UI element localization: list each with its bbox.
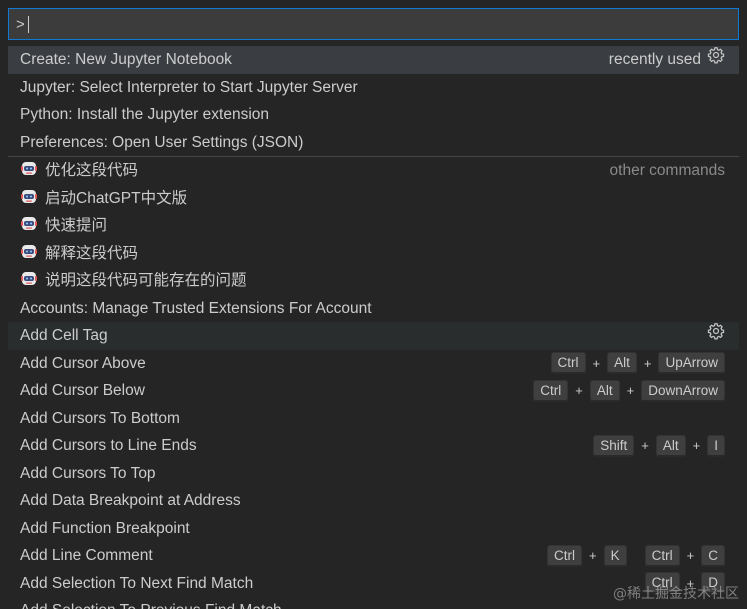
command-search-input[interactable]	[9, 9, 738, 39]
plus-separator: +	[686, 548, 695, 563]
command-label: Add Selection To Previous Find Match	[20, 602, 282, 609]
key-cap: Alt	[607, 352, 637, 375]
keybinding: Ctrl + Alt + UpArrow	[550, 350, 725, 378]
plus-separator: +	[643, 355, 652, 371]
command-label: Add Cursor Above	[20, 354, 146, 372]
command-label: Add Function Breakpoint	[20, 519, 190, 537]
command-group-label: recently used	[608, 51, 701, 68]
command-label: Add Cursors to Line Ends	[20, 437, 197, 454]
key-cap: UpArrow	[658, 352, 725, 375]
key-cap: Ctrl	[533, 379, 569, 402]
key-cap: DownArrow	[641, 379, 725, 402]
command-list: Create: New Jupyter Notebook recently use…	[8, 46, 739, 609]
command-label: 解释这段代码	[45, 244, 139, 262]
key-cap: C	[701, 544, 725, 567]
watermark: @稀土掘金技术社区	[613, 586, 739, 602]
keybinding: Shift + Alt + I	[593, 432, 725, 460]
key-cap: Ctrl	[644, 544, 680, 567]
command-label: Add Data Breakpoint at Address	[20, 492, 241, 509]
command-label: Add Cursors To Top	[20, 464, 156, 482]
command-item-cn-7[interactable]: 解释这段代码	[8, 240, 739, 268]
plus-separator: +	[626, 383, 635, 398]
command-label: Add Line Comment	[20, 547, 153, 564]
key-cap: K	[603, 544, 627, 567]
command-label: 启动ChatGPT中文版	[45, 189, 188, 207]
command-label: Add Cell Tag	[20, 327, 108, 344]
command-item-chatgpt[interactable]: 启动ChatGPT中文版	[8, 185, 739, 213]
command-item-add-cursor-above[interactable]: Add Cursor Above Ctrl + Alt + UpArrow	[8, 350, 739, 378]
command-label: Preferences: Open User Settings (JSON)	[20, 133, 304, 151]
plus-separator: +	[692, 438, 701, 453]
key-cap: Alt	[655, 434, 686, 457]
command-label: Add Cursors To Bottom	[20, 409, 180, 427]
plus-separator: +	[592, 355, 601, 371]
command-item-cn-8[interactable]: 说明这段代码可能存在的问题	[8, 267, 739, 295]
command-search-box[interactable]	[8, 8, 739, 40]
command-label: 快速提问	[45, 217, 108, 234]
command-item-python-install-the-jupyter-extension[interactable]: Python: Install the Jupyter extension	[8, 101, 739, 129]
command-item-add-data-breakpoint-at-address[interactable]: Add Data Breakpoint at Address	[8, 487, 739, 515]
command-palette: Create: New Jupyter Notebook recently use…	[0, 0, 747, 609]
command-label: 优化这段代码	[45, 162, 139, 179]
plus-separator: +	[641, 438, 649, 453]
gear-icon[interactable]	[707, 322, 725, 350]
command-item-accounts-manage-trusted-extensions-for-account[interactable]: Accounts: Manage Trusted Extensions For …	[8, 295, 739, 323]
command-item-add-function-breakpoint[interactable]: Add Function Breakpoint	[8, 515, 739, 543]
key-cap: Shift	[593, 434, 635, 457]
key-cap: Ctrl	[547, 544, 583, 567]
key-cap: Ctrl	[550, 352, 586, 375]
chatgpt-bot-icon	[20, 162, 45, 179]
plus-separator: +	[575, 383, 583, 398]
keybinding: Ctrl + Alt + DownArrow	[533, 377, 725, 405]
command-item-add-line-comment[interactable]: Add Line Comment Ctrl + K Ctrl + C	[8, 542, 739, 570]
command-label: Accounts: Manage Trusted Extensions For …	[20, 299, 372, 317]
command-group-label: other commands	[609, 162, 725, 179]
command-item-jupyter-select-interpreter-to-start-jupyter-server[interactable]: Jupyter: Select Interpreter to Start Jup…	[8, 74, 739, 102]
command-item-cn-6[interactable]: 快速提问	[8, 212, 739, 240]
text-caret	[28, 16, 29, 33]
key-cap: I	[707, 434, 725, 457]
chatgpt-bot-icon	[20, 244, 45, 262]
command-item-create-new-jupyter-notebook[interactable]: Create: New Jupyter Notebook recently use…	[8, 46, 739, 74]
command-item-add-cursors-to-bottom[interactable]: Add Cursors To Bottom	[8, 405, 739, 433]
command-label: Python: Install the Jupyter extension	[20, 106, 270, 123]
command-label: Jupyter: Select Interpreter to Start Jup…	[20, 78, 358, 96]
command-label: Add Cursor Below	[20, 382, 145, 399]
command-item-cn-4[interactable]: 优化这段代码 other commands	[8, 156, 739, 185]
chatgpt-bot-icon	[20, 189, 45, 207]
command-item-add-cursors-to-line-ends[interactable]: Add Cursors to Line Ends Shift + Alt + I	[8, 432, 739, 460]
keybinding: Ctrl + K Ctrl + C	[547, 542, 725, 570]
chatgpt-bot-icon	[20, 272, 45, 289]
chatgpt-bot-icon	[20, 217, 45, 234]
gear-icon[interactable]	[707, 46, 725, 74]
command-item-preferences-open-user-settings-json[interactable]: Preferences: Open User Settings (JSON)	[8, 129, 739, 157]
command-item-add-cell-tag[interactable]: Add Cell Tag	[8, 322, 739, 350]
command-label: Create: New Jupyter Notebook	[20, 51, 232, 68]
command-item-add-cursor-below[interactable]: Add Cursor Below Ctrl + Alt + DownArrow	[8, 377, 739, 405]
command-label: Add Selection To Next Find Match	[20, 574, 254, 592]
command-label: 说明这段代码可能存在的问题	[45, 272, 247, 289]
plus-separator: +	[589, 548, 597, 563]
command-item-add-cursors-to-top[interactable]: Add Cursors To Top	[8, 460, 739, 488]
key-cap: Alt	[589, 379, 620, 402]
